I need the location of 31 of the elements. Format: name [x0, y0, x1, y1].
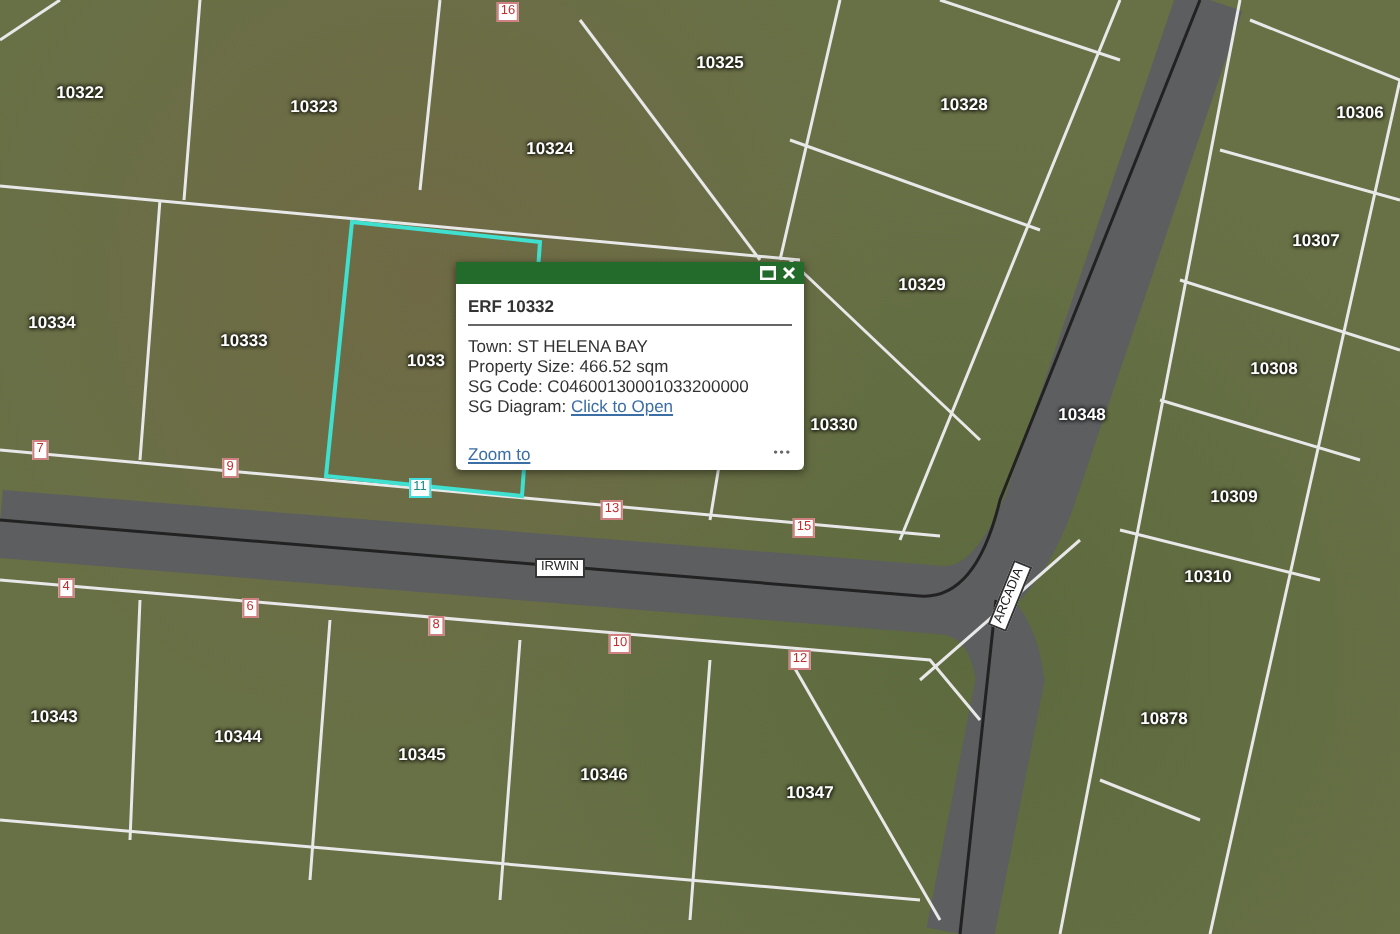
parcel-number: 10324 [526, 138, 574, 158]
parcel-number: 10307 [1292, 230, 1340, 250]
parcel-number: 10308 [1250, 358, 1298, 378]
parcel-number: 10329 [898, 274, 946, 294]
parcel-number: 10306 [1336, 102, 1384, 122]
parcel-number: 10310 [1184, 566, 1232, 586]
parcel-number: 10323 [290, 96, 338, 116]
popup-field: Property Size: 466.52 sqm [468, 356, 792, 376]
popup-title: ERF 10332 [468, 296, 792, 326]
maximize-icon[interactable] [760, 266, 776, 280]
parcel-number: 10346 [580, 764, 628, 784]
parcel-number: 10343 [30, 706, 78, 726]
parcel-number: 10344 [214, 726, 262, 746]
parcel-number: 10348 [1058, 404, 1106, 424]
close-icon[interactable] [782, 266, 796, 280]
zoom-to-link[interactable]: Zoom to [468, 444, 531, 464]
parcel-number: 10333 [220, 330, 268, 350]
popup-field: SG Code: C04600130001033200000 [468, 376, 792, 396]
parcel-number: 10328 [940, 94, 988, 114]
open-diagram-link[interactable]: Click to Open [571, 396, 674, 416]
parcel-number: 10322 [56, 82, 104, 102]
parcel-number: 10309 [1210, 486, 1258, 506]
parcel-number: 10345 [398, 744, 446, 764]
parcel-number: 10878 [1140, 708, 1188, 728]
parcel-number: 10347 [786, 782, 834, 802]
parcel-number: 10334 [28, 312, 76, 332]
parcel-number: 1033 [407, 350, 445, 370]
popup-field: Town: ST HELENA BAY [468, 336, 792, 356]
parcel-number: 10330 [810, 414, 858, 434]
field-label: SG Diagram: [468, 396, 569, 416]
parcel-number: 10325 [696, 52, 744, 72]
